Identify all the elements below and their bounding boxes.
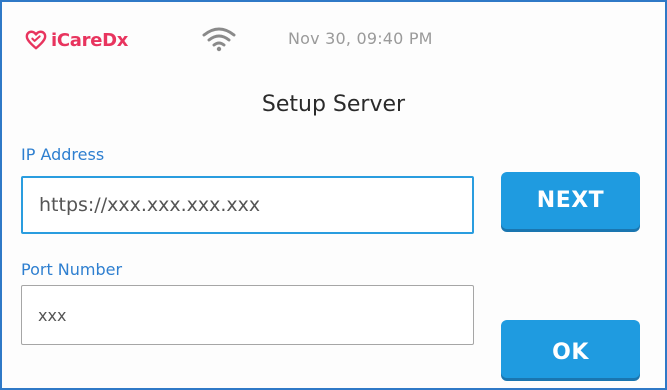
- page-title: Setup Server: [261, 92, 406, 117]
- port-number-label: Port Number: [21, 260, 123, 279]
- ok-button[interactable]: OK: [501, 320, 640, 378]
- app-frame: iCareDx Nov 30, 09:40 PM Setup Server IP…: [0, 0, 667, 390]
- ip-address-field[interactable]: [21, 176, 474, 234]
- heart-icon: [25, 30, 47, 50]
- logo-text: iCareDx: [51, 29, 129, 51]
- port-number-field[interactable]: [21, 285, 474, 345]
- next-button[interactable]: NEXT: [501, 172, 640, 229]
- status-datetime: Nov 30, 09:40 PM: [288, 29, 433, 48]
- ip-address-label: IP Address: [21, 145, 105, 164]
- app-logo: iCareDx: [25, 27, 128, 53]
- status-bar: iCareDx Nov 30, 09:40 PM: [2, 2, 665, 82]
- wifi-icon: [202, 27, 236, 52]
